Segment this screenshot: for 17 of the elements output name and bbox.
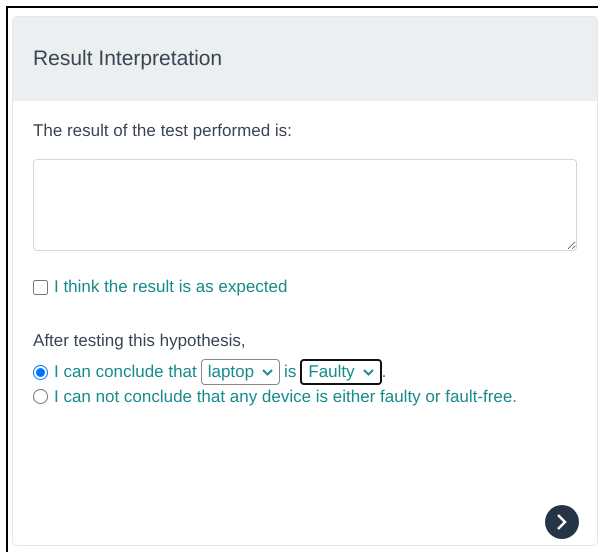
dropdown-select[interactable]: laptop [200,359,280,385]
conclusion-radio[interactable] [33,389,48,404]
expected-checkbox[interactable] [33,280,48,294]
option-label: I can not conclude that any device is either faulty or fault-free. [54,386,518,408]
next-button[interactable] [545,505,579,539]
panel-title: Result Interpretation [33,47,222,71]
prompt-text: The result of the test performed is: [33,121,293,141]
caret-icon [362,368,374,376]
conclusion-radio[interactable] [33,364,48,380]
dropdown-select[interactable]: Faulty [300,359,382,385]
chevron-right-icon [556,513,568,531]
checkbox-label: I think the result is as expected [54,277,288,297]
caret-icon [262,368,274,376]
period-text: . [382,362,386,382]
option-label: I can conclude that [54,362,197,382]
conclusion-lead: After testing this hypothesis, [33,331,247,351]
option-label: is [284,362,296,382]
